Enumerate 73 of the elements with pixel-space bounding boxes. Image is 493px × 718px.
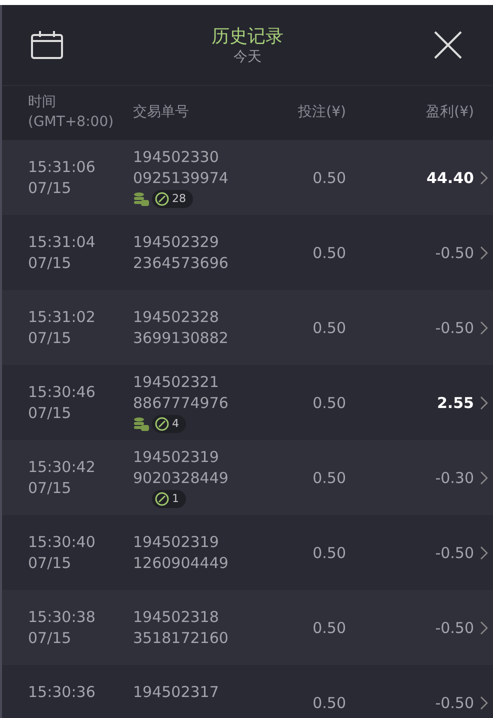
profit-amount: -0.50 xyxy=(434,318,474,336)
date-text: 07/15 xyxy=(28,178,72,198)
time-text: 15:30:38 xyxy=(28,606,96,628)
profit-amount: -0.30 xyxy=(434,468,474,486)
profit-amount: 2.55 xyxy=(436,394,474,412)
date-text: 07/15 xyxy=(28,252,72,274)
date-text: 07/15 xyxy=(28,628,72,648)
order-number: 194502319 xyxy=(133,447,220,468)
column-header: 交易单号 xyxy=(133,103,190,122)
close-icon[interactable] xyxy=(434,31,462,59)
column-header: 盈利(¥) xyxy=(425,103,474,122)
history-row[interactable]: 15:30:46 07/15 194502321 8867774976 4 0.50 2.55 xyxy=(2,365,493,440)
time-text: 15:30:36 xyxy=(28,682,96,702)
date-text: 07/15 xyxy=(28,552,72,574)
profit-amount: -0.50 xyxy=(434,618,474,636)
order-number: 194502328 xyxy=(133,306,220,328)
time-text: 15:30:42 xyxy=(28,456,96,478)
time-text: 15:30:40 xyxy=(28,532,96,552)
stake-amount: 0.50 xyxy=(312,318,346,336)
profit-amount: 44.40 xyxy=(426,168,474,186)
column-header: 时间 (GMT+8:00) xyxy=(28,93,115,132)
order-number: 194502318 xyxy=(133,606,220,628)
order-number: 0925139974 xyxy=(133,168,230,190)
order-number: 3518172160 xyxy=(133,628,230,648)
time-text: 15:30:46 xyxy=(28,382,96,402)
column-header: 投注(¥) xyxy=(297,103,346,122)
chevron-right-icon[interactable] xyxy=(480,546,488,560)
time-text: 15:31:02 xyxy=(28,306,96,328)
order-number: 1260904449 xyxy=(133,552,230,574)
count-badge: 28 xyxy=(152,190,193,208)
date-text: 07/15 xyxy=(28,328,72,348)
order-number: 194502321 xyxy=(133,372,220,394)
order-number: 2364573696 xyxy=(133,252,230,274)
date-text: 07/15 xyxy=(28,402,72,424)
date-filter-label: 今天 xyxy=(234,48,262,66)
order-number: 3699130882 xyxy=(133,328,230,348)
history-row[interactable]: 15:30:40 07/15 194502319 1260904449 0.50 -0.50 xyxy=(2,515,493,590)
order-number: 194502330 xyxy=(133,147,220,168)
date-text: 07/15 xyxy=(28,478,72,498)
history-row[interactable]: 15:31:06 07/15 194502330 0925139974 28 0.50 44.40 xyxy=(2,140,493,215)
history-row[interactable]: 15:30:36 194502317 0.50 -0.50 xyxy=(2,665,493,718)
chevron-right-icon[interactable] xyxy=(480,396,488,410)
count-badge: 1 xyxy=(152,490,186,508)
chevron-right-icon[interactable] xyxy=(480,170,488,184)
history-row[interactable]: 15:30:42 07/15 194502319 9020328449 1 0.50 -0.30 xyxy=(2,440,493,515)
stake-amount: 0.50 xyxy=(312,244,346,262)
profit-amount: -0.50 xyxy=(434,694,474,712)
history-row[interactable]: 15:31:04 07/15 194502329 2364573696 0.50 -0.50 xyxy=(2,215,493,290)
stake-amount: 0.50 xyxy=(312,618,346,636)
chevron-right-icon[interactable] xyxy=(480,246,488,260)
order-number: 9020328449 xyxy=(133,468,230,490)
stake-amount: 0.50 xyxy=(312,394,346,412)
history-row[interactable]: 15:31:02 07/15 194502328 3699130882 0.50 -0.50 xyxy=(2,290,493,365)
order-number: 194502329 xyxy=(133,232,220,252)
stake-amount: 0.50 xyxy=(312,694,346,712)
history-row[interactable]: 15:30:38 07/15 194502318 3518172160 0.50 -0.50 xyxy=(2,590,493,665)
order-number: 8867774976 xyxy=(133,393,230,414)
chevron-right-icon[interactable] xyxy=(480,620,488,634)
chevron-right-icon[interactable] xyxy=(480,470,488,484)
chevron-right-icon[interactable] xyxy=(480,696,488,710)
dialog-title: 历史记录 xyxy=(212,25,284,48)
order-number: 194502319 xyxy=(133,532,220,552)
stake-amount: 0.50 xyxy=(312,168,346,186)
chevron-right-icon[interactable] xyxy=(480,320,488,334)
time-text: 15:31:06 xyxy=(28,156,96,178)
order-number: 194502317 xyxy=(133,682,220,702)
stake-amount: 0.50 xyxy=(312,544,346,562)
stake-amount: 0.50 xyxy=(312,468,346,486)
calendar-icon[interactable] xyxy=(31,31,63,59)
time-text: 15:31:04 xyxy=(28,232,96,252)
count-badge: 4 xyxy=(152,415,186,433)
profit-amount: -0.50 xyxy=(434,544,474,562)
profit-amount: -0.50 xyxy=(434,244,474,262)
